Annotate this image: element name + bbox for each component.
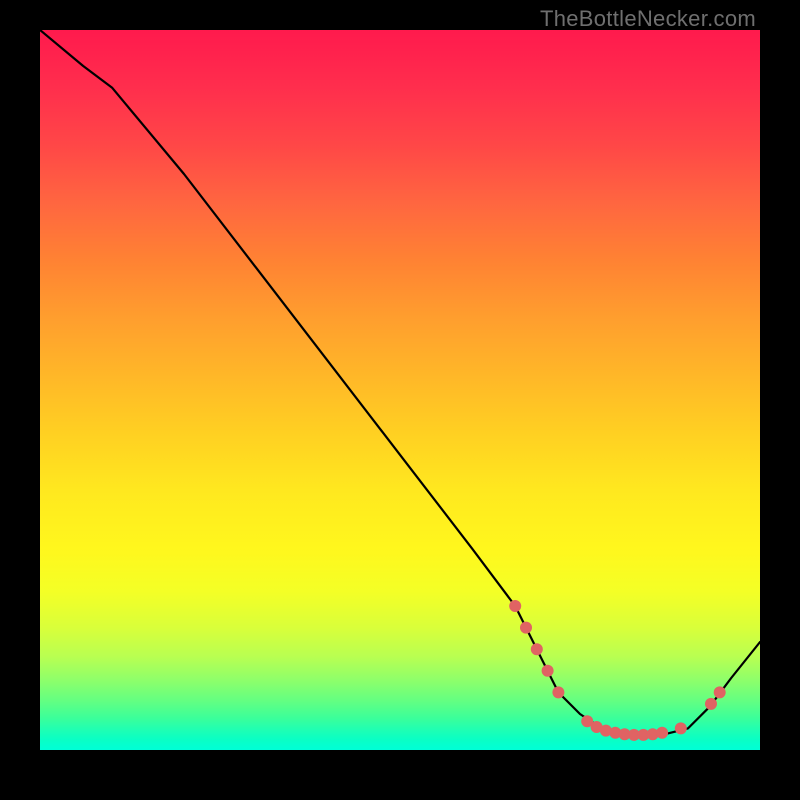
watermark-text: TheBottleNecker.com <box>540 6 756 32</box>
bottleneck-curve <box>40 30 760 736</box>
plot-area <box>40 30 760 750</box>
highlight-marker <box>675 722 687 734</box>
highlight-marker <box>509 600 521 612</box>
highlight-marker <box>714 686 726 698</box>
marker-group <box>509 600 726 741</box>
curve-svg <box>40 30 760 750</box>
highlight-marker <box>531 643 543 655</box>
highlight-marker <box>552 686 564 698</box>
highlight-marker <box>705 698 717 710</box>
highlight-marker <box>542 665 554 677</box>
highlight-marker <box>520 622 532 634</box>
highlight-marker <box>656 727 668 739</box>
chart-frame: TheBottleNecker.com <box>0 0 800 800</box>
